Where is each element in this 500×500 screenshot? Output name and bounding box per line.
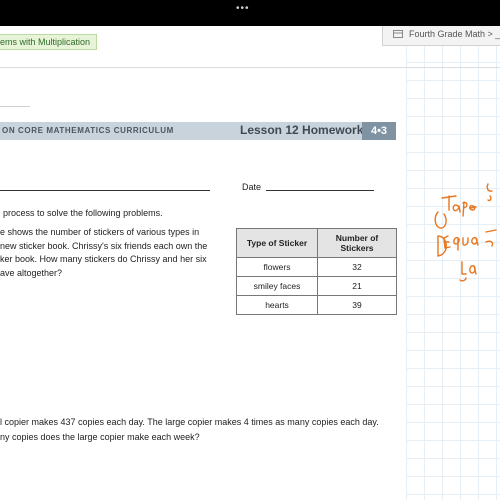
ink-stroke bbox=[452, 204, 461, 213]
window-top-bar: ••• bbox=[0, 0, 500, 26]
page-tab-right[interactable]: Fourth Grade Math > _Co bbox=[382, 26, 500, 46]
table-row: hearts 39 bbox=[236, 295, 397, 315]
ink-stroke bbox=[462, 201, 468, 217]
curriculum-title: ON CORE MATHEMATICS CURRICULUM bbox=[2, 126, 174, 135]
instructions-text: process to solve the following problems. bbox=[3, 208, 163, 218]
ink-stroke bbox=[471, 236, 479, 246]
ink-stroke bbox=[461, 261, 467, 275]
more-options-icon[interactable]: ••• bbox=[236, 3, 250, 14]
problem-2: l copier makes 437 copies each day. The … bbox=[0, 415, 400, 445]
sticker-table: Type of Sticker Number of Stickers flowe… bbox=[236, 228, 397, 315]
problem-1-line: e shows the number of stickers of variou… bbox=[0, 227, 200, 237]
ink-stroke bbox=[469, 265, 477, 275]
table-cell-type: hearts bbox=[236, 295, 318, 315]
lesson-banner: ON CORE MATHEMATICS CURRICULUM Lesson 12… bbox=[0, 122, 396, 140]
table-header-row: Type of Sticker Number of Stickers bbox=[236, 228, 397, 258]
ink-stroke bbox=[434, 211, 447, 229]
problem-1: e shows the number of stickers of variou… bbox=[0, 226, 228, 280]
table-cell-count: 32 bbox=[317, 257, 397, 277]
page-tab-left[interactable]: ems with Multiplication bbox=[0, 34, 98, 50]
problem-2-line: ny copies does the large copier make eac… bbox=[0, 432, 200, 442]
page-tab-right-label: Fourth Grade Math > _Co bbox=[409, 29, 500, 39]
problem-1-line: ker book. How many stickers do Chrissy a… bbox=[0, 254, 207, 264]
table-header-count: Number of Stickers bbox=[317, 228, 397, 258]
whiteboard-canvas[interactable]: ems with Multiplication Fourth Grade Mat… bbox=[0, 26, 500, 500]
ink-stroke bbox=[459, 277, 467, 282]
ink-stroke bbox=[462, 237, 469, 246]
lesson-title: Lesson 12 Homework bbox=[240, 123, 364, 137]
table-cell-type: smiley faces bbox=[236, 276, 318, 296]
handwritten-annotation[interactable] bbox=[400, 176, 500, 286]
table-cell-count: 39 bbox=[317, 295, 397, 315]
ink-stroke bbox=[453, 237, 460, 251]
divider bbox=[0, 106, 30, 107]
ink-stroke bbox=[485, 229, 497, 247]
ink-stroke bbox=[443, 235, 451, 249]
problem-1-line: ave altogether? bbox=[0, 267, 63, 278]
problem-1-line: new sticker book. Chrissy's six friends … bbox=[0, 240, 208, 251]
problem-2-line: l copier makes 437 copies each day. The … bbox=[0, 417, 379, 427]
table-row: smiley faces 21 bbox=[236, 276, 397, 296]
divider bbox=[0, 67, 500, 68]
table-cell-count: 21 bbox=[317, 276, 397, 296]
table-header-type: Type of Sticker bbox=[236, 228, 318, 258]
date-blank-line bbox=[266, 190, 374, 191]
ink-stroke bbox=[469, 204, 477, 211]
lesson-badge: 4•3 bbox=[362, 122, 396, 140]
page-icon bbox=[393, 30, 403, 38]
table-cell-type: flowers bbox=[236, 257, 318, 277]
name-blank-line bbox=[0, 190, 210, 191]
date-label: Date bbox=[242, 182, 262, 192]
ink-stroke bbox=[486, 183, 493, 202]
table-row: flowers 32 bbox=[236, 257, 397, 277]
